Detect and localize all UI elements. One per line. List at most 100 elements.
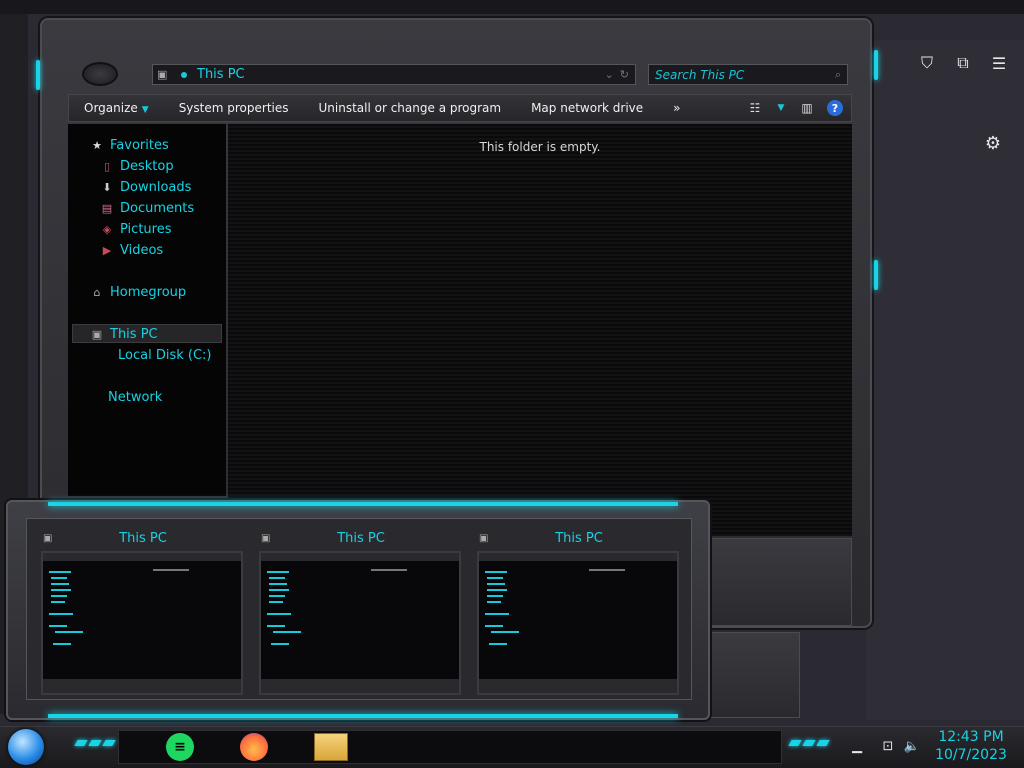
nav-item-homegroup[interactable]: ⌂ Homegroup <box>90 283 187 302</box>
nav-item-desktop[interactable]: ▯ Desktop <box>100 157 174 176</box>
thumbnail-title-bar: ▣ This PC <box>41 529 243 547</box>
chevron-down-icon[interactable]: ⌄ <box>605 68 614 81</box>
frame-accent <box>36 60 40 90</box>
preview-line <box>371 569 407 571</box>
preview-line <box>491 631 519 633</box>
nav-item-label: Documents <box>120 201 195 216</box>
preview-line <box>269 595 285 597</box>
nav-item-local-disk[interactable]: Local Disk (C:) <box>118 346 211 365</box>
refresh-icon[interactable]: ↻ <box>620 68 629 81</box>
frame-accent <box>874 50 878 80</box>
nav-item-label: Pictures <box>120 222 172 237</box>
search-input[interactable]: Search This PC ⌕ <box>648 64 848 85</box>
organize-button[interactable]: Organize ▼ <box>69 101 164 115</box>
popup-accent <box>48 714 678 718</box>
nav-item-videos[interactable]: ▶ Videos <box>100 241 163 260</box>
homegroup-icon: ⌂ <box>93 286 101 299</box>
nav-item-label: This PC <box>110 327 158 342</box>
preview-line <box>49 625 67 627</box>
thumbnail-title-bar: ▣ This PC <box>477 529 679 547</box>
nav-item-label: Network <box>108 390 163 405</box>
preview-line <box>485 571 507 573</box>
address-text: This PC <box>197 67 245 82</box>
start-button[interactable] <box>8 729 44 765</box>
content-pane[interactable] <box>228 124 852 536</box>
preview-toolbar <box>261 553 459 561</box>
preview-line <box>589 569 625 571</box>
nav-item-downloads[interactable]: ⬇ Downloads <box>100 178 191 197</box>
computer-icon: ▣ <box>91 328 103 341</box>
background-window-panel <box>700 538 852 626</box>
thumbnail-title: This PC <box>337 530 385 546</box>
search-placeholder: Search This PC <box>655 67 745 82</box>
nav-item-this-pc[interactable]: ▣ This PC <box>90 325 158 344</box>
thumbnail-preview <box>477 551 679 695</box>
popup-accent <box>48 502 678 506</box>
extensions-icon[interactable]: ⧉ <box>952 52 974 74</box>
computer-icon: ▣ <box>479 532 489 544</box>
downloads-icon: ⬇ <box>102 181 112 194</box>
nav-item-label: Favorites <box>110 138 169 153</box>
window-thumbnail[interactable]: ▣ This PC <box>477 525 679 697</box>
taskbar-thumbnail-popup: ▣ This PC ▣ This PC ▣ This PC <box>6 500 710 720</box>
preview-line <box>267 571 289 573</box>
pocket-icon[interactable]: ⛉ <box>916 52 938 74</box>
computer-icon: ▣ <box>157 68 168 81</box>
window-thumbnail[interactable]: ▣ This PC <box>41 525 243 697</box>
nav-item-favorites[interactable]: ★ Favorites <box>90 136 169 155</box>
preview-line <box>489 643 507 645</box>
help-icon[interactable]: ? <box>827 100 843 116</box>
uninstall-program-button[interactable]: Uninstall or change a program <box>304 101 517 115</box>
preview-toolbar <box>43 553 241 561</box>
volume-icon[interactable]: 🔈 <box>902 736 922 756</box>
preview-statusbar <box>261 679 459 693</box>
system-clock[interactable]: 12:43 PM 10/7/2023 <box>930 728 1012 764</box>
file-explorer-icon[interactable] <box>314 733 348 761</box>
preview-statusbar <box>43 679 241 693</box>
view-options-icon[interactable]: ☷ <box>743 98 767 118</box>
nav-item-pictures[interactable]: ◈ Pictures <box>100 220 172 239</box>
preview-line <box>51 589 71 591</box>
show-hidden-icons-icon[interactable]: ▁ <box>848 736 866 756</box>
computer-icon: ▣ <box>43 532 53 544</box>
thumbnail-title: This PC <box>555 530 603 546</box>
network-icon[interactable]: ⊡ <box>878 736 898 756</box>
address-bar[interactable]: ▣ This PC ⌄ ↻ <box>152 64 636 85</box>
back-forward-button[interactable] <box>82 62 118 86</box>
spotify-icon[interactable]: ≡ <box>166 733 194 761</box>
system-properties-button[interactable]: System properties <box>164 101 304 115</box>
preview-line <box>487 601 501 603</box>
gear-icon[interactable]: ⚙ <box>982 133 1004 155</box>
preview-line <box>49 613 73 615</box>
thumbnail-container: ▣ This PC ▣ This PC ▣ This PC <box>26 518 692 700</box>
more-commands-button[interactable]: » <box>658 101 695 115</box>
chevron-down-icon: ▼ <box>141 105 149 115</box>
nav-item-label: Homegroup <box>110 285 187 300</box>
map-network-drive-button[interactable]: Map network drive <box>516 101 658 115</box>
preview-line <box>51 595 67 597</box>
preview-line <box>51 577 67 579</box>
preview-line <box>55 631 83 633</box>
computer-icon: ▣ <box>261 532 271 544</box>
menu-icon[interactable]: ☰ <box>988 52 1010 74</box>
background-window-panel <box>700 632 800 718</box>
firefox-icon[interactable] <box>240 733 268 761</box>
empty-folder-message: This folder is empty. <box>479 140 601 154</box>
frame-accent <box>874 260 878 290</box>
desktop-icon: ▯ <box>103 160 111 173</box>
preview-line <box>271 643 289 645</box>
thumbnail-title: This PC <box>119 530 167 546</box>
search-icon[interactable]: ⌕ <box>835 68 841 82</box>
preview-line <box>269 589 289 591</box>
preview-line <box>269 601 283 603</box>
chevron-down-icon[interactable]: ▼ <box>775 98 787 118</box>
nav-item-network[interactable]: Network <box>108 388 162 407</box>
preview-pane-icon[interactable]: ▥ <box>795 98 819 118</box>
nav-item-documents[interactable]: ▤ Documents <box>100 199 194 218</box>
window-thumbnail[interactable]: ▣ This PC <box>259 525 461 697</box>
preview-toolbar <box>479 553 677 561</box>
preview-line <box>487 577 503 579</box>
preview-line <box>487 589 507 591</box>
documents-icon: ▤ <box>101 202 113 215</box>
preview-line <box>487 583 505 585</box>
